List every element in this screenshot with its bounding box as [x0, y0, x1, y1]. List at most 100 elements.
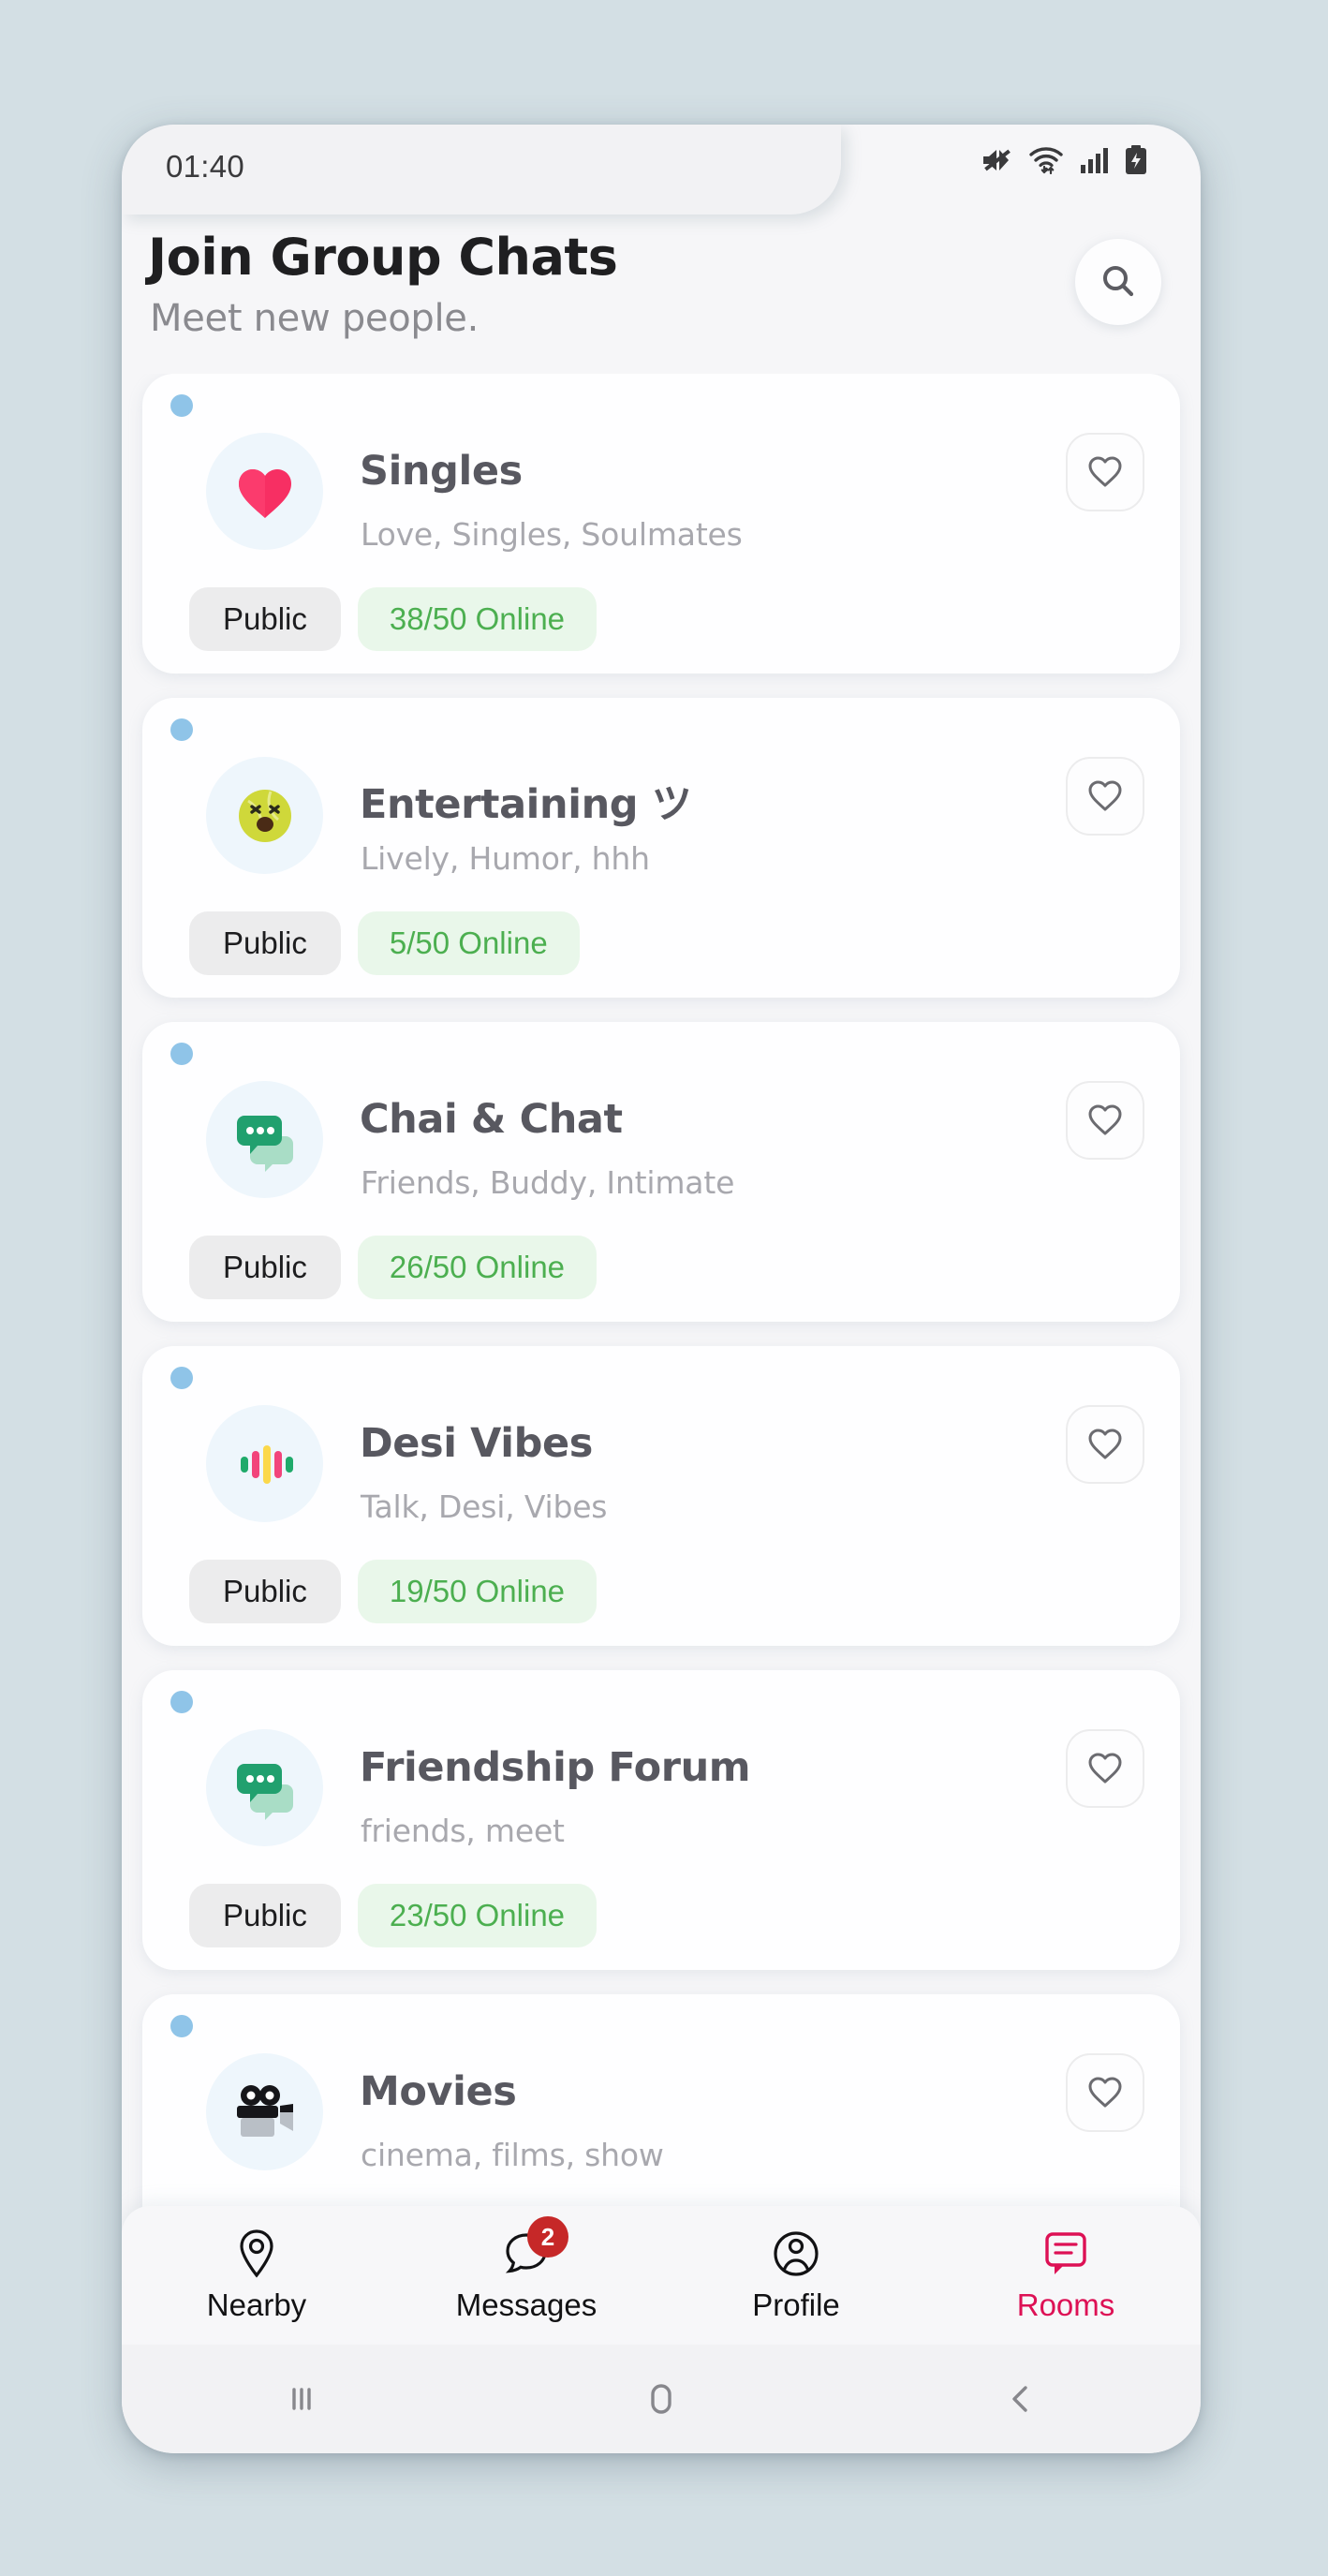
recents-icon [292, 2388, 311, 2410]
page-title: Join Group Chats [148, 228, 618, 287]
group-subtitle: cinema, films, show [361, 2137, 664, 2173]
group-avatar [206, 1729, 323, 1846]
android-system-navigation [122, 2345, 1201, 2453]
person-icon [774, 2231, 819, 2276]
status-bar: 01:40 [122, 125, 1201, 215]
nav-label-rooms: Rooms [1016, 2287, 1115, 2322]
sound-wave-emoji-icon [240, 1444, 293, 1484]
favorite-button[interactable] [1066, 1405, 1144, 1484]
nav-icon-wrap [234, 2228, 279, 2280]
privacy-chip[interactable]: Public [189, 1236, 341, 1299]
group-chat-list[interactable]: Singles Love, Singles, Soulmates Public … [122, 374, 1201, 2322]
search-icon [1103, 266, 1134, 297]
heart-emoji-icon [238, 468, 291, 518]
favorite-button[interactable] [1066, 433, 1144, 511]
signal-icon [1081, 148, 1108, 173]
group-title: Desi Vibes [360, 1420, 593, 1467]
group-title: Friendship Forum [360, 1744, 751, 1791]
group-title: Movies [360, 2068, 517, 2115]
favorite-button[interactable] [1066, 1081, 1144, 1160]
heart-outline-icon [1088, 780, 1122, 811]
group-subtitle: Lively, Humor, hhh [361, 840, 650, 877]
home-button[interactable] [481, 2378, 841, 2420]
card-chip-row: Public 5/50 Online [189, 911, 580, 975]
favorite-button[interactable] [1066, 1729, 1144, 1808]
privacy-chip[interactable]: Public [189, 1884, 341, 1947]
bottom-navigation-bar: Nearby 2 Messages Profile Rooms [122, 2206, 1201, 2345]
speech-bubble-emoji-icon [236, 1763, 293, 1820]
online-count-chip: 26/50 Online [357, 1236, 598, 1299]
nav-icon-wrap [1042, 2228, 1089, 2280]
group-card[interactable]: Desi Vibes Talk, Desi, Vibes Public 19/5… [142, 1346, 1180, 1646]
location-pin-icon [240, 2229, 273, 2278]
wifi-icon [1029, 147, 1063, 174]
group-subtitle: friends, meet [361, 1813, 565, 1849]
heart-outline-icon [1088, 1104, 1122, 1135]
movie-camera-emoji-icon [236, 2084, 293, 2137]
card-chip-row: Public 26/50 Online [189, 1236, 598, 1299]
nav-item-messages[interactable]: 2 Messages [391, 2206, 661, 2345]
online-count-chip: 5/50 Online [357, 911, 580, 975]
card-chip-row: Public 23/50 Online [189, 1884, 598, 1947]
search-button[interactable] [1075, 239, 1161, 325]
nav-item-rooms[interactable]: Rooms [931, 2206, 1201, 2345]
speech-bubble-emoji-icon [236, 1115, 293, 1172]
card-chip-row: Public 19/50 Online [189, 1560, 598, 1623]
battery-charging-icon [1126, 145, 1146, 174]
page-subtitle: Meet new people. [150, 297, 480, 340]
online-count-chip: 23/50 Online [357, 1884, 598, 1947]
status-bar-clock: 01:40 [166, 149, 245, 184]
privacy-chip[interactable]: Public [189, 587, 341, 651]
privacy-chip[interactable]: Public [189, 1560, 341, 1623]
phone-screen: 01:40 Join Group Chats Meet new people. … [122, 125, 1201, 2453]
online-count-chip: 19/50 Online [357, 1560, 598, 1623]
online-count-chip: 38/50 Online [357, 587, 598, 651]
heart-outline-icon [1088, 1753, 1122, 1784]
nav-item-nearby[interactable]: Nearby [122, 2206, 391, 2345]
unread-dot-indicator [170, 1691, 193, 1713]
page-header: Join Group Chats Meet new people. [122, 215, 1201, 394]
messages-unread-badge: 2 [527, 2216, 568, 2258]
status-bar-icons [981, 145, 1148, 175]
nav-icon-wrap: 2 [503, 2216, 568, 2280]
nav-label-nearby: Nearby [206, 2287, 307, 2322]
unread-dot-indicator [170, 2015, 193, 2037]
heart-outline-icon [1088, 456, 1122, 487]
group-subtitle: Love, Singles, Soulmates [361, 516, 743, 553]
laughing-face-emoji-icon [238, 789, 291, 842]
group-title: Chai & Chat [360, 1096, 623, 1143]
nav-label-profile: Profile [752, 2287, 840, 2322]
home-icon [651, 2384, 671, 2414]
group-avatar [206, 757, 323, 874]
card-chip-row: Public 38/50 Online [189, 587, 598, 651]
group-avatar [206, 1405, 323, 1522]
nav-item-profile[interactable]: Profile [661, 2206, 931, 2345]
group-subtitle: Talk, Desi, Vibes [361, 1488, 608, 1525]
heart-outline-icon [1088, 2077, 1122, 2108]
group-avatar [206, 2053, 323, 2170]
back-icon [1012, 2386, 1027, 2412]
favorite-button[interactable] [1066, 2053, 1144, 2132]
recents-button[interactable] [122, 2380, 481, 2418]
group-avatar [206, 433, 323, 550]
unread-dot-indicator [170, 718, 193, 741]
back-button[interactable] [841, 2380, 1201, 2418]
rooms-chat-icon [1045, 2232, 1086, 2274]
group-card[interactable]: Chai & Chat Friends, Buddy, Intimate Pub… [142, 1022, 1180, 1322]
unread-dot-indicator [170, 394, 193, 417]
nav-icon-wrap [773, 2228, 819, 2280]
heart-outline-icon [1088, 1429, 1122, 1459]
group-avatar [206, 1081, 323, 1198]
nav-label-messages: Messages [455, 2287, 598, 2322]
mute-icon [983, 149, 1011, 171]
privacy-chip[interactable]: Public [189, 911, 341, 975]
group-card[interactable]: Entertaining ツ Lively, Humor, hhh Public… [142, 698, 1180, 998]
unread-dot-indicator [170, 1043, 193, 1065]
group-card[interactable]: Friendship Forum friends, meet Public 23… [142, 1670, 1180, 1970]
group-subtitle: Friends, Buddy, Intimate [361, 1164, 735, 1201]
group-title: Singles [360, 448, 523, 495]
group-card[interactable]: Singles Love, Singles, Soulmates Public … [142, 374, 1180, 674]
unread-dot-indicator [170, 1367, 193, 1389]
favorite-button[interactable] [1066, 757, 1144, 836]
group-title: Entertaining ツ [360, 781, 692, 828]
